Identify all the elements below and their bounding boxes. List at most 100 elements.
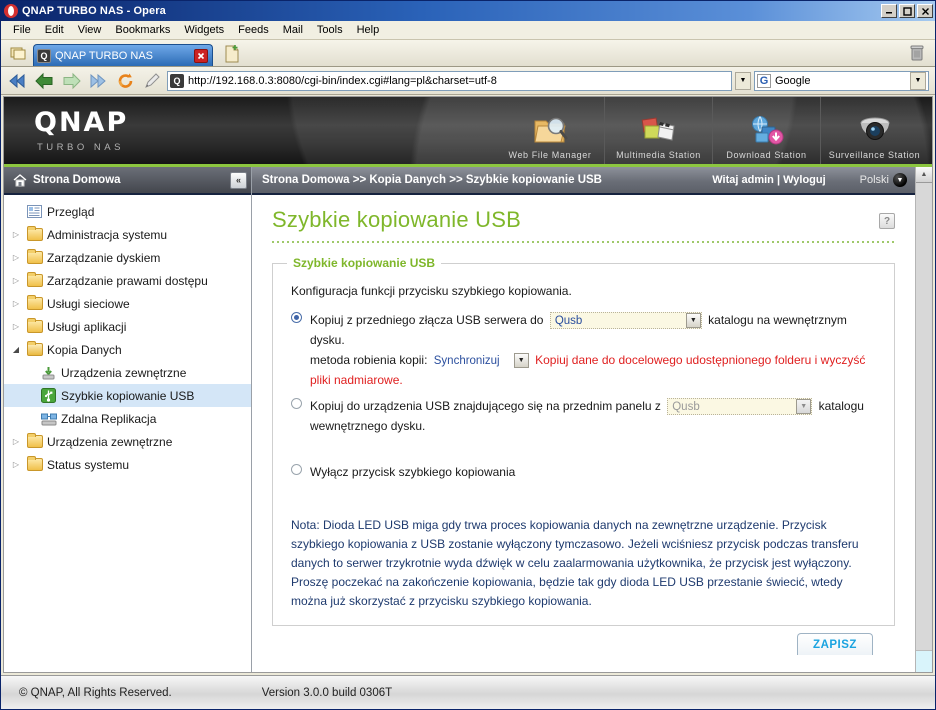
search-input[interactable]: G Google ▼ xyxy=(754,70,929,91)
forward-arrow-icon[interactable] xyxy=(59,70,83,92)
copy-method-select[interactable]: Synchronizuj ▼ xyxy=(434,352,529,369)
reload-icon[interactable] xyxy=(113,70,137,92)
minimize-button[interactable] xyxy=(881,4,897,18)
address-input[interactable]: Q http://192.168.0.3:8080/cgi-bin/index.… xyxy=(167,70,732,91)
sidebar-item-administracja-systemu[interactable]: ▷ Administracja systemu xyxy=(4,223,251,246)
station-download[interactable]: Download Station xyxy=(712,97,820,164)
back-arrow-icon[interactable] xyxy=(32,70,56,92)
chevron-right-icon[interactable]: ▷ xyxy=(10,253,22,262)
menu-view[interactable]: View xyxy=(71,22,109,38)
chevron-down-icon[interactable]: ◢ xyxy=(10,345,22,354)
chevron-down-icon[interactable]: ▼ xyxy=(796,399,812,415)
menu-edit[interactable]: Edit xyxy=(38,22,71,38)
search-value: Google xyxy=(775,74,811,87)
download-station-icon xyxy=(748,111,786,147)
address-dropdown-icon[interactable]: ▼ xyxy=(735,71,751,90)
divider xyxy=(272,241,895,243)
tab-bar: Q QNAP TURBO NAS xyxy=(1,40,935,67)
folder-icon xyxy=(26,272,43,289)
sidebar-item-zarzadzanie-prawami-dostepu[interactable]: ▷ Zarządzanie prawami dostępu xyxy=(4,269,251,292)
option-text-before: Kopiuj z przedniego złącza USB serwera d… xyxy=(310,313,544,327)
sidebar-item-label: Zarządzanie prawami dostępu xyxy=(47,273,208,288)
tab-close-icon[interactable] xyxy=(194,48,208,63)
close-button[interactable] xyxy=(917,4,933,18)
scrollbar-track[interactable] xyxy=(916,183,932,650)
menu-widgets[interactable]: Widgets xyxy=(177,22,231,38)
target-folder-select[interactable]: Qusb ▼ xyxy=(549,312,702,330)
chevron-down-icon[interactable]: ▼ xyxy=(685,313,701,329)
chevron-right-icon[interactable]: ▷ xyxy=(10,276,22,285)
page-title-row: Szybkie kopiowanie USB ? xyxy=(272,207,895,233)
station-label: Multimedia Station xyxy=(616,150,701,160)
option-disable-button[interactable]: Wyłącz przycisk szybkiego kopiowania xyxy=(291,462,876,482)
sidebar-item-zdalna-replikacja[interactable]: Zdalna Replikacja xyxy=(4,407,251,430)
station-label: Web File Manager xyxy=(508,150,592,160)
save-bar: ZAPISZ xyxy=(272,633,895,655)
menu-feeds[interactable]: Feeds xyxy=(231,22,276,38)
sidebar-item-uslugi-aplikacji[interactable]: ▷ Usługi aplikacji xyxy=(4,315,251,338)
radio-copy-from-usb[interactable] xyxy=(291,312,302,323)
option-copy-from-usb[interactable]: Kopiuj z przedniego złącza USB serwera d… xyxy=(291,310,876,390)
sidebar-item-label: Kopia Danych xyxy=(47,342,122,357)
scroll-up-icon[interactable]: ▲ xyxy=(916,167,932,183)
chevron-right-icon[interactable]: ▷ xyxy=(10,322,22,331)
chevron-right-icon[interactable]: ▷ xyxy=(10,460,22,469)
sidebar-item-urzadzenia-zewnetrzne-child[interactable]: Urządzenia zewnętrzne xyxy=(4,361,251,384)
option-copy-to-usb[interactable]: Kopiuj do urządzenia USB znajdującego si… xyxy=(291,396,876,436)
pencil-icon[interactable] xyxy=(140,70,164,92)
station-label: Surveillance Station xyxy=(828,150,921,160)
save-button[interactable]: ZAPISZ xyxy=(797,633,873,655)
sidebar-item-label: Zarządzanie dyskiem xyxy=(47,250,161,265)
chevron-right-icon[interactable]: ▷ xyxy=(10,230,22,239)
home-icon xyxy=(11,172,28,188)
select-value: Qusb xyxy=(554,314,583,327)
station-links: Web File Manager Multimedia Station Down… xyxy=(496,97,928,164)
menu-help[interactable]: Help xyxy=(350,22,387,38)
user-greeting[interactable]: Witaj admin | Wyloguj xyxy=(712,174,825,186)
address-toolbar: Q http://192.168.0.3:8080/cgi-bin/index.… xyxy=(1,67,935,95)
folder-icon xyxy=(26,433,43,450)
menu-file[interactable]: File xyxy=(6,22,38,38)
navigation-tree: Przegląd ▷ Administracja systemu ▷ Zarzą… xyxy=(4,195,251,672)
usb-icon xyxy=(40,388,57,404)
search-dropdown-icon[interactable]: ▼ xyxy=(910,71,926,90)
chevron-right-icon[interactable]: ▷ xyxy=(10,299,22,308)
station-surveillance[interactable]: Surveillance Station xyxy=(820,97,928,164)
web-file-manager-icon xyxy=(531,111,569,147)
trash-icon[interactable] xyxy=(907,42,927,64)
chevron-down-icon[interactable]: ▼ xyxy=(513,353,529,369)
page-scrollbar[interactable]: ▲ xyxy=(915,167,932,672)
station-multimedia[interactable]: Multimedia Station xyxy=(604,97,712,164)
sidebar-item-szybkie-kopiowanie-usb[interactable]: Szybkie kopiowanie USB xyxy=(4,384,251,407)
browser-tab-active[interactable]: Q QNAP TURBO NAS xyxy=(33,44,213,66)
usb-copy-fieldset: Szybkie kopiowanie USB Konfiguracja funk… xyxy=(272,256,895,626)
qnap-web-ui: QNAP TURBO NAS Web File Manager Multimed… xyxy=(4,97,932,672)
station-web-file-manager[interactable]: Web File Manager xyxy=(496,97,604,164)
menu-tools[interactable]: Tools xyxy=(310,22,350,38)
brand: QNAP TURBO NAS xyxy=(4,109,128,153)
chevron-right-icon[interactable]: ▷ xyxy=(10,437,22,446)
menu-bookmarks[interactable]: Bookmarks xyxy=(108,22,177,38)
rewind-icon[interactable] xyxy=(5,70,29,92)
help-icon[interactable]: ? xyxy=(879,213,895,229)
sidebar-item-kopia-danych[interactable]: ◢ Kopia Danych xyxy=(4,338,251,361)
language-selector[interactable]: Polski ▼ xyxy=(860,173,907,187)
sidebar-item-urzadzenia-zewnetrzne[interactable]: ▷ Urządzenia zewnętrzne xyxy=(4,430,251,453)
status-footer: © QNAP, All Rights Reserved. Version 3.0… xyxy=(1,675,935,709)
copyright-text: © QNAP, All Rights Reserved. xyxy=(19,686,172,699)
new-page-icon[interactable] xyxy=(221,43,243,65)
sidebar-item-przeglad[interactable]: Przegląd xyxy=(4,200,251,223)
menu-mail[interactable]: Mail xyxy=(276,22,310,38)
sidebar-collapse-button[interactable]: « xyxy=(230,171,247,189)
qnap-favicon: Q xyxy=(37,48,51,63)
source-folder-select[interactable]: Qusb ▼ xyxy=(667,398,813,416)
sidebar-item-uslugi-sieciowe[interactable]: ▷ Usługi sieciowe xyxy=(4,292,251,315)
maximize-button[interactable] xyxy=(899,4,915,18)
sidebar-item-status-systemu[interactable]: ▷ Status systemu xyxy=(4,453,251,476)
fast-forward-icon[interactable] xyxy=(86,70,110,92)
sidebar-item-zarzadzanie-dyskiem[interactable]: ▷ Zarządzanie dyskiem xyxy=(4,246,251,269)
radio-disable-copy-button[interactable] xyxy=(291,464,302,475)
radio-copy-to-usb[interactable] xyxy=(291,398,302,409)
select-value: Synchronizuj xyxy=(433,354,500,367)
panels-icon[interactable] xyxy=(5,41,33,65)
